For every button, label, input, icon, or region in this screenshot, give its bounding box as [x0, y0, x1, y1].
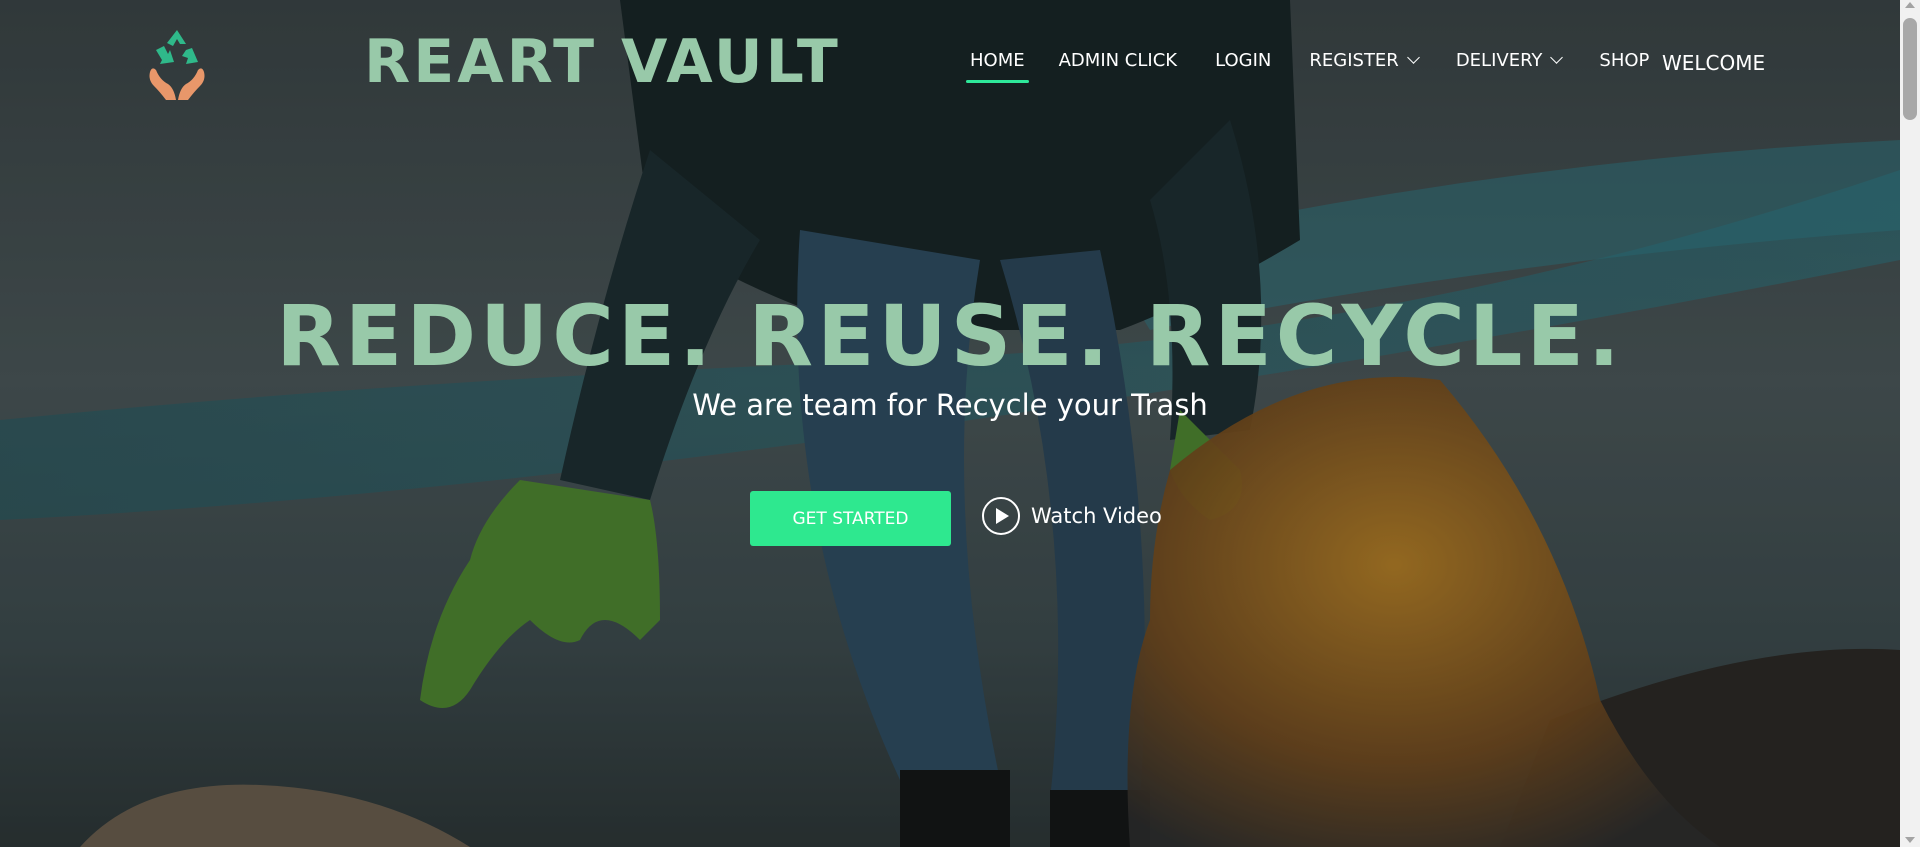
nav-item-admin-click[interactable]: ADMIN CLICK — [1059, 50, 1177, 83]
nav-label: SHOP — [1599, 50, 1650, 71]
scroll-down-arrow-icon[interactable] — [1905, 837, 1915, 843]
brand-name[interactable]: REART VAULT — [364, 26, 841, 98]
hero-title: REDUCE. REUSE. RECYCLE. — [276, 287, 1624, 385]
nav-label: LOGIN — [1215, 50, 1272, 71]
recycle-hands-icon[interactable] — [146, 26, 208, 102]
nav-item-home[interactable]: HOME — [966, 50, 1029, 83]
welcome-text: WELCOME — [1662, 51, 1766, 75]
nav-item-delivery[interactable]: DELIVERY — [1455, 50, 1564, 83]
scroll-up-arrow-icon[interactable] — [1905, 2, 1915, 8]
page-scrollbar[interactable] — [1900, 0, 1920, 847]
get-started-button[interactable]: GET STARTED — [750, 491, 951, 546]
watch-video-link[interactable]: Watch Video — [982, 497, 1162, 535]
nav-item-login[interactable]: LOGIN — [1215, 50, 1271, 83]
play-icon[interactable] — [982, 497, 1020, 535]
hero-subtitle: We are team for Recycle your Trash — [692, 388, 1208, 422]
watch-video-label: Watch Video — [1031, 504, 1162, 528]
scrollbar-thumb[interactable] — [1903, 18, 1917, 120]
chevron-down-icon — [1406, 51, 1420, 64]
nav-label: DELIVERY — [1455, 50, 1543, 71]
chevron-down-icon — [1550, 51, 1564, 64]
hero-overlay — [0, 0, 1900, 847]
nav-label: ADMIN CLICK — [1058, 50, 1178, 71]
nav-item-shop[interactable]: SHOP — [1599, 50, 1649, 83]
nav-item-register[interactable]: REGISTER — [1309, 50, 1420, 83]
nav-label: REGISTER — [1309, 50, 1399, 71]
main-nav: HOME ADMIN CLICK LOGIN REGISTER DELIVERY… — [966, 50, 1687, 83]
nav-label: HOME — [970, 50, 1025, 71]
